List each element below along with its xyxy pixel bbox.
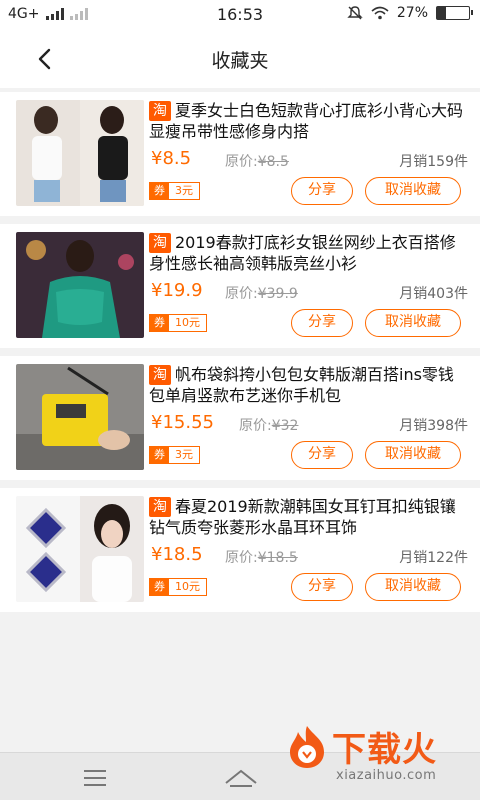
product-title-text: 2019春款打底衫女银丝网纱上衣百搭修身性感长袖高领韩版亮丝小衫	[149, 233, 456, 273]
taobao-badge-icon: 淘	[149, 365, 171, 385]
favorite-item[interactable]: 淘帆布袋斜挎小包包女韩版潮百搭ins零钱包单肩竖款布艺迷你手机包 ¥15.55 …	[0, 356, 480, 480]
share-button[interactable]: 分享	[291, 177, 353, 205]
cancel-favorite-button[interactable]: 取消收藏	[365, 441, 461, 469]
taobao-badge-icon: 淘	[149, 101, 171, 121]
favorites-list: 淘夏季女士白色短款背心打底衫小背心大码显瘦吊带性感修身内搭 ¥8.5 原价:¥8…	[0, 92, 480, 620]
product-title[interactable]: 淘 2019春款打底衫女银丝网纱上衣百搭修身性感长袖高领韩版亮丝小衫	[149, 232, 468, 274]
product-image[interactable]	[16, 232, 144, 338]
product-title[interactable]: 淘夏季女士白色短款背心打底衫小背心大码显瘦吊带性感修身内搭	[149, 100, 468, 142]
share-button[interactable]: 分享	[291, 309, 353, 337]
app-header: 收藏夹	[0, 28, 480, 88]
monthly-sales: 月销122件	[399, 550, 468, 566]
cancel-favorite-button[interactable]: 取消收藏	[365, 573, 461, 601]
current-price: ¥19.9	[151, 280, 203, 301]
current-price: ¥8.5	[151, 148, 192, 169]
favorite-item[interactable]: 淘夏季女士白色短款背心打底衫小背心大码显瘦吊带性感修身内搭 ¥8.5 原价:¥8…	[0, 92, 480, 216]
watermark-url: xiazaihuo.com	[336, 768, 437, 783]
taobao-badge-icon: 淘	[149, 233, 171, 253]
wifi-icon	[371, 6, 389, 20]
taobao-badge-icon: 淘	[149, 497, 171, 517]
flame-logo-icon	[290, 726, 324, 768]
mute-icon	[347, 6, 363, 20]
current-price: ¥15.55	[151, 412, 214, 433]
coupon-badge: 券 10元	[149, 578, 207, 596]
product-title[interactable]: 淘春夏2019新款潮韩国女耳钉耳扣纯银镶钻气质夸张菱形水晶耳环耳饰	[149, 496, 468, 538]
product-image[interactable]	[16, 496, 144, 602]
product-title-text: 帆布袋斜挎小包包女韩版潮百搭ins零钱包单肩竖款布艺迷你手机包	[149, 365, 454, 405]
product-image[interactable]	[16, 100, 144, 206]
home-icon[interactable]	[224, 767, 258, 787]
product-title-text: 春夏2019新款潮韩国女耳钉耳扣纯银镶钻气质夸张菱形水晶耳环耳饰	[149, 497, 456, 537]
battery-icon	[436, 6, 473, 20]
share-button[interactable]: 分享	[291, 573, 353, 601]
product-title-text: 夏季女士白色短款背心打底衫小背心大码显瘦吊带性感修身内搭	[149, 101, 464, 141]
favorite-item[interactable]: 淘春夏2019新款潮韩国女耳钉耳扣纯银镶钻气质夸张菱形水晶耳环耳饰 ¥18.5 …	[0, 488, 480, 612]
cancel-favorite-button[interactable]: 取消收藏	[365, 177, 461, 205]
page-title: 收藏夹	[211, 50, 269, 72]
favorite-item[interactable]: 淘 2019春款打底衫女银丝网纱上衣百搭修身性感长袖高领韩版亮丝小衫 ¥19.9 …	[0, 224, 480, 348]
monthly-sales: 月销159件	[399, 154, 468, 170]
watermark: 下载火 xiazaihuo.com	[280, 722, 474, 792]
current-price: ¥18.5	[151, 544, 203, 565]
watermark-title: 下载火	[332, 730, 437, 770]
share-button[interactable]: 分享	[291, 441, 353, 469]
monthly-sales: 月销398件	[399, 418, 468, 434]
battery-percent: 27%	[396, 5, 428, 21]
coupon-badge: 券 3元	[149, 182, 200, 200]
cancel-favorite-button[interactable]: 取消收藏	[365, 309, 461, 337]
original-price: 原价:¥18.5	[225, 550, 298, 566]
coupon-badge: 券 10元	[149, 314, 207, 332]
coupon-badge: 券 3元	[149, 446, 200, 464]
original-price: 原价:¥8.5	[225, 154, 289, 170]
status-bar: 4G+ 16:53 27%	[0, 0, 480, 28]
product-title[interactable]: 淘帆布袋斜挎小包包女韩版潮百搭ins零钱包单肩竖款布艺迷你手机包	[149, 364, 468, 406]
monthly-sales: 月销403件	[399, 286, 468, 302]
original-price: 原价:¥39.9	[225, 286, 298, 302]
original-price: 原价:¥32	[239, 418, 299, 434]
product-image[interactable]	[16, 364, 144, 470]
menu-icon[interactable]	[84, 770, 106, 791]
